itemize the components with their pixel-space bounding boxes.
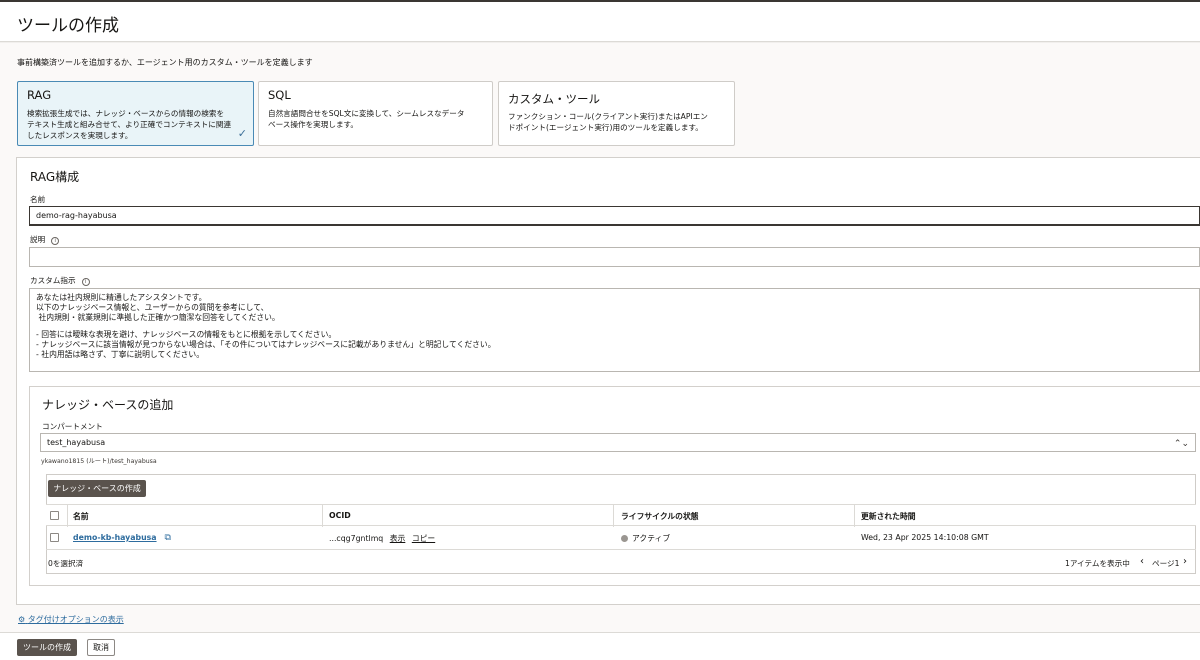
lifecycle-state: アクティブ [632, 534, 671, 543]
tool-type-card-sql[interactable]: SQL 自然言語問合せをSQL文に変換して、シームレスなデータ ベース操作を実現… [258, 81, 493, 146]
compartment-label: コンパートメント [42, 422, 103, 431]
table-footer: 0を選択済 1アイテムを表示中 ‹ ページ1 › [46, 550, 1196, 573]
compartment-select[interactable]: test_hayabusa ⌃⌄ [40, 433, 1196, 452]
compartment-path: ykawano1815 (ルート)/test_hayabusa [41, 458, 157, 465]
rag-section-title: RAG構成 [30, 170, 80, 184]
status-dot-icon [621, 535, 628, 542]
tag-options-link[interactable]: ⚙ タグ付けオプションの表示 [18, 614, 124, 625]
footer-bar [0, 632, 1200, 660]
chevron-right-icon[interactable]: › [1183, 556, 1187, 567]
show-ocid-link[interactable]: 表示 [390, 534, 406, 543]
name-input[interactable]: demo-rag-hayabusa [29, 206, 1200, 226]
card-title: RAG [27, 88, 52, 102]
items-shown: 1アイテムを表示中 [1065, 559, 1130, 568]
copy-ocid-link[interactable]: コピー [412, 534, 435, 543]
ocid-cell: ...cqg7gntlmq 表示 コピー [329, 533, 435, 544]
name-label: 名前 [30, 195, 46, 204]
card-description: ファンクション・コール(クライアント実行)またはAPIエン ドポイント(エージェ… [508, 112, 708, 132]
table-header: 名前 OCID ライフサイクルの状態 更新された時間 [46, 504, 1196, 527]
selected-count: 0を選択済 [48, 559, 84, 568]
page-label: ページ1 [1152, 559, 1180, 568]
kb-name-cell: demo-kb-hayabusa ⧉ [73, 533, 171, 543]
custom-instructions-label: カスタム指示 i [30, 275, 90, 286]
lifecycle-cell: アクティブ [621, 533, 670, 544]
column-header-name[interactable]: 名前 [73, 511, 89, 522]
column-header-updated[interactable]: 更新された時間 [861, 511, 916, 522]
sliders-icon: ⚙ [18, 615, 26, 624]
check-icon: ✓ [237, 127, 247, 140]
compartment-value: test_hayabusa [47, 438, 106, 447]
kb-name-link[interactable]: demo-kb-hayabusa [73, 533, 157, 542]
custom-instructions-textarea[interactable]: あなたは社内規則に精通したアシスタントです。 以下のナレッジベース情報と、ユーザ… [29, 288, 1200, 372]
cancel-button[interactable]: 取消 [87, 639, 115, 656]
info-icon[interactable]: i [81, 278, 90, 286]
column-header-ocid[interactable]: OCID [329, 511, 351, 520]
create-kb-button[interactable]: ナレッジ・ベースの作成 [48, 480, 146, 497]
create-tool-button[interactable]: ツールの作成 [17, 639, 77, 656]
intro-text: 事前構築済ツールを追加するか、エージェント用のカスタム・ツールを定義します [17, 58, 313, 67]
row-checkbox[interactable] [50, 533, 59, 542]
kb-section-title: ナレッジ・ベースの追加 [42, 398, 174, 412]
external-link-icon[interactable]: ⧉ [165, 533, 171, 543]
description-input[interactable] [29, 247, 1200, 267]
card-title: SQL [268, 88, 291, 102]
table-row: demo-kb-hayabusa ⧉ ...cqg7gntlmq 表示 コピー ア… [46, 526, 1196, 550]
chevron-left-icon[interactable]: ‹ [1140, 556, 1144, 567]
tool-type-card-rag[interactable]: RAG 検索拡張生成では、ナレッジ・ベースからの情報の検索を テキスト生成と組み… [17, 81, 254, 146]
description-label: 説明 i [30, 234, 60, 245]
chevron-updown-icon: ⌃⌄ [1173, 439, 1189, 449]
page-title: ツールの作成 [17, 16, 119, 36]
tool-type-card-custom[interactable]: カスタム・ツール ファンクション・コール(クライアント実行)またはAPIエン ド… [498, 81, 735, 146]
card-title: カスタム・ツール [508, 92, 600, 106]
page-header: ツールの作成 [0, 0, 1200, 42]
column-header-lifecycle[interactable]: ライフサイクルの状態 [621, 511, 699, 522]
ocid-value: ...cqg7gntlmq [329, 534, 384, 543]
info-icon[interactable]: i [51, 237, 60, 245]
card-description: 自然言語問合せをSQL文に変換して、シームレスなデータ ベース操作を実現します。 [268, 109, 465, 129]
card-description: 検索拡張生成では、ナレッジ・ベースからの情報の検索を テキスト生成と組み合せて、… [27, 109, 232, 140]
select-all-checkbox[interactable] [50, 511, 59, 520]
updated-time-cell: Wed, 23 Apr 2025 14:10:08 GMT [861, 533, 989, 542]
